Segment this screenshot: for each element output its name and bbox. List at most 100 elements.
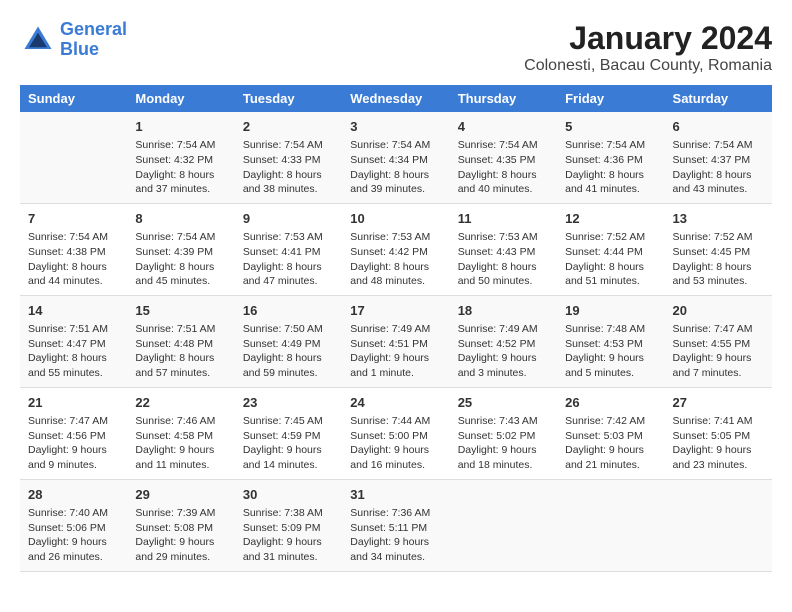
calendar-cell: 27Sunrise: 7:41 AMSunset: 5:05 PMDayligh… <box>665 387 772 479</box>
day-info: Sunrise: 7:51 AMSunset: 4:47 PMDaylight:… <box>28 322 119 381</box>
calendar-week-row: 21 Sunrise: 7:47 AMSunset: 4:56 PMDayligh… <box>20 387 772 479</box>
calendar-week-row: 1 Sunrise: 7:54 AMSunset: 4:32 PMDaylight… <box>20 112 772 203</box>
day-info: Sunrise: 7:36 AMSunset: 5:11 PMDaylight:… <box>350 506 441 565</box>
day-number: 31 <box>350 486 441 504</box>
calendar-cell: 10 Sunrise: 7:53 AMSunset: 4:42 PMDayligh… <box>342 203 449 295</box>
calendar-week-row: 14 Sunrise: 7:51 AMSunset: 4:47 PMDayligh… <box>20 295 772 387</box>
weekday-header-row: SundayMondayTuesdayWednesdayThursdayFrid… <box>20 85 772 112</box>
calendar-cell: 22 Sunrise: 7:46 AMSunset: 4:58 PMDayligh… <box>127 387 234 479</box>
day-number: 28 <box>28 486 119 504</box>
calendar-cell: 18 Sunrise: 7:49 AMSunset: 4:52 PMDayligh… <box>450 295 557 387</box>
day-info: Sunrise: 7:54 AMSunset: 4:37 PMDaylight:… <box>673 138 764 197</box>
day-number: 29 <box>135 486 226 504</box>
calendar-cell: 4 Sunrise: 7:54 AMSunset: 4:35 PMDaylight… <box>450 112 557 203</box>
day-info: Sunrise: 7:54 AMSunset: 4:39 PMDaylight:… <box>135 230 226 289</box>
day-info: Sunrise: 7:54 AMSunset: 4:32 PMDaylight:… <box>135 138 226 197</box>
calendar-cell: 20 Sunrise: 7:47 AMSunset: 4:55 PMDayligh… <box>665 295 772 387</box>
day-number: 10 <box>350 210 441 228</box>
day-info: Sunrise: 7:53 AMSunset: 4:43 PMDaylight:… <box>458 230 549 289</box>
calendar-cell <box>665 479 772 571</box>
calendar-cell: 11 Sunrise: 7:53 AMSunset: 4:43 PMDayligh… <box>450 203 557 295</box>
day-info: Sunrise: 7:50 AMSunset: 4:49 PMDaylight:… <box>243 322 334 381</box>
day-number: 3 <box>350 118 441 136</box>
day-number: 4 <box>458 118 549 136</box>
month-title: January 2024 <box>524 20 772 57</box>
calendar-week-row: 28Sunrise: 7:40 AMSunset: 5:06 PMDayligh… <box>20 479 772 571</box>
calendar-cell: 2 Sunrise: 7:54 AMSunset: 4:33 PMDaylight… <box>235 112 342 203</box>
day-info: Sunrise: 7:47 AMSunset: 4:55 PMDaylight:… <box>673 322 764 381</box>
day-number: 27 <box>673 394 764 412</box>
title-section: January 2024 Colonesti, Bacau County, Ro… <box>524 20 772 75</box>
day-number: 9 <box>243 210 334 228</box>
day-info: Sunrise: 7:54 AMSunset: 4:38 PMDaylight:… <box>28 230 119 289</box>
calendar-cell: 1 Sunrise: 7:54 AMSunset: 4:32 PMDaylight… <box>127 112 234 203</box>
day-info: Sunrise: 7:44 AMSunset: 5:00 PMDaylight:… <box>350 414 441 473</box>
day-info: Sunrise: 7:53 AMSunset: 4:41 PMDaylight:… <box>243 230 334 289</box>
day-info: Sunrise: 7:43 AMSunset: 5:02 PMDaylight:… <box>458 414 549 473</box>
day-number: 21 <box>28 394 119 412</box>
weekday-header: Friday <box>557 85 664 112</box>
logo-text: General Blue <box>60 20 127 60</box>
logo: General Blue <box>20 20 127 60</box>
day-number: 5 <box>565 118 656 136</box>
day-number: 16 <box>243 302 334 320</box>
calendar-cell: 23Sunrise: 7:45 AMSunset: 4:59 PMDayligh… <box>235 387 342 479</box>
calendar-cell: 24Sunrise: 7:44 AMSunset: 5:00 PMDayligh… <box>342 387 449 479</box>
day-info: Sunrise: 7:54 AMSunset: 4:35 PMDaylight:… <box>458 138 549 197</box>
day-info: Sunrise: 7:52 AMSunset: 4:44 PMDaylight:… <box>565 230 656 289</box>
calendar-cell: 30 Sunrise: 7:38 AMSunset: 5:09 PMDayligh… <box>235 479 342 571</box>
logo-icon <box>20 22 56 58</box>
day-number: 15 <box>135 302 226 320</box>
location-title: Colonesti, Bacau County, Romania <box>524 57 772 75</box>
day-info: Sunrise: 7:38 AMSunset: 5:09 PMDaylight:… <box>243 506 334 565</box>
weekday-header: Saturday <box>665 85 772 112</box>
calendar-week-row: 7Sunrise: 7:54 AMSunset: 4:38 PMDaylight… <box>20 203 772 295</box>
day-number: 30 <box>243 486 334 504</box>
page-header: General Blue January 2024 Colonesti, Bac… <box>20 20 772 75</box>
day-info: Sunrise: 7:54 AMSunset: 4:34 PMDaylight:… <box>350 138 441 197</box>
day-number: 26 <box>565 394 656 412</box>
day-number: 6 <box>673 118 764 136</box>
day-info: Sunrise: 7:39 AMSunset: 5:08 PMDaylight:… <box>135 506 226 565</box>
day-info: Sunrise: 7:53 AMSunset: 4:42 PMDaylight:… <box>350 230 441 289</box>
day-number: 14 <box>28 302 119 320</box>
calendar-cell: 31 Sunrise: 7:36 AMSunset: 5:11 PMDayligh… <box>342 479 449 571</box>
day-number: 11 <box>458 210 549 228</box>
weekday-header: Sunday <box>20 85 127 112</box>
calendar-cell: 14 Sunrise: 7:51 AMSunset: 4:47 PMDayligh… <box>20 295 127 387</box>
day-number: 8 <box>135 210 226 228</box>
day-info: Sunrise: 7:54 AMSunset: 4:33 PMDaylight:… <box>243 138 334 197</box>
day-info: Sunrise: 7:48 AMSunset: 4:53 PMDaylight:… <box>565 322 656 381</box>
calendar-cell: 9 Sunrise: 7:53 AMSunset: 4:41 PMDaylight… <box>235 203 342 295</box>
calendar-cell: 25 Sunrise: 7:43 AMSunset: 5:02 PMDayligh… <box>450 387 557 479</box>
day-info: Sunrise: 7:49 AMSunset: 4:52 PMDaylight:… <box>458 322 549 381</box>
logo-line2: Blue <box>60 39 99 59</box>
day-number: 12 <box>565 210 656 228</box>
day-number: 18 <box>458 302 549 320</box>
weekday-header: Monday <box>127 85 234 112</box>
calendar-table: SundayMondayTuesdayWednesdayThursdayFrid… <box>20 85 772 572</box>
calendar-cell <box>20 112 127 203</box>
calendar-cell <box>450 479 557 571</box>
day-number: 2 <box>243 118 334 136</box>
day-info: Sunrise: 7:42 AMSunset: 5:03 PMDaylight:… <box>565 414 656 473</box>
day-info: Sunrise: 7:51 AMSunset: 4:48 PMDaylight:… <box>135 322 226 381</box>
day-number: 20 <box>673 302 764 320</box>
day-number: 1 <box>135 118 226 136</box>
weekday-header: Tuesday <box>235 85 342 112</box>
day-number: 22 <box>135 394 226 412</box>
day-info: Sunrise: 7:46 AMSunset: 4:58 PMDaylight:… <box>135 414 226 473</box>
day-info: Sunrise: 7:49 AMSunset: 4:51 PMDaylight:… <box>350 322 441 381</box>
day-number: 13 <box>673 210 764 228</box>
logo-line1: General <box>60 19 127 39</box>
calendar-cell: 13 Sunrise: 7:52 AMSunset: 4:45 PMDayligh… <box>665 203 772 295</box>
day-info: Sunrise: 7:54 AMSunset: 4:36 PMDaylight:… <box>565 138 656 197</box>
day-number: 17 <box>350 302 441 320</box>
calendar-cell: 3 Sunrise: 7:54 AMSunset: 4:34 PMDaylight… <box>342 112 449 203</box>
day-info: Sunrise: 7:47 AMSunset: 4:56 PMDaylight:… <box>28 414 119 473</box>
day-number: 25 <box>458 394 549 412</box>
calendar-cell: 28Sunrise: 7:40 AMSunset: 5:06 PMDayligh… <box>20 479 127 571</box>
calendar-cell: 5 Sunrise: 7:54 AMSunset: 4:36 PMDaylight… <box>557 112 664 203</box>
day-info: Sunrise: 7:52 AMSunset: 4:45 PMDaylight:… <box>673 230 764 289</box>
calendar-cell <box>557 479 664 571</box>
